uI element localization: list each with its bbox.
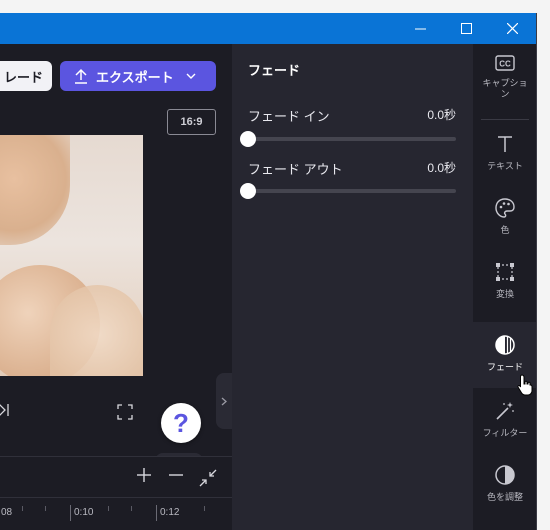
rail-item-adjust-color[interactable]: 色を調整 [473, 462, 536, 503]
palette-icon [495, 195, 515, 221]
fade-in-slider-thumb[interactable] [240, 131, 256, 147]
timeline: 08 0:10 0:12 [0, 456, 232, 530]
maximize-button[interactable] [443, 13, 489, 44]
aspect-ratio-button[interactable]: 16:9 [167, 109, 216, 135]
minor-tick [22, 506, 23, 511]
minimize-button[interactable] [397, 13, 443, 44]
app-window: レード エクスポート 16:9 ? 08 0:10 0:12 フェード フェード… [0, 13, 537, 530]
fade-in-value: 0.0秒 [427, 108, 456, 122]
skip-forward-icon [0, 404, 9, 416]
zoom-in-button[interactable] [136, 466, 152, 489]
fade-out-slider[interactable] [240, 183, 456, 199]
rail-item-filter[interactable]: フィルター [473, 398, 536, 439]
timeline-ruler[interactable]: 08 0:10 0:12 [0, 497, 232, 530]
close-icon [506, 23, 518, 34]
rail-item-color[interactable]: 色 [473, 195, 536, 236]
cc-icon: CC [495, 50, 515, 76]
editor-header: レード エクスポート [0, 44, 232, 104]
rail-item-label: テキスト [487, 161, 523, 171]
chevron-down-icon [186, 73, 196, 79]
fade-in-label: フェード イン [248, 109, 330, 124]
fade-icon [495, 332, 515, 358]
rail-item-label: 色を調整 [486, 492, 523, 502]
rail-item-label: 色 [500, 225, 510, 235]
time-tick-label: 0:12 [156, 505, 179, 521]
transform-icon [495, 259, 515, 285]
help-button[interactable]: ? [161, 403, 201, 443]
panel-title: フェード [248, 63, 301, 78]
upload-icon [75, 68, 87, 84]
rail-item-transform[interactable]: 変換 [473, 259, 536, 300]
plus-icon [137, 468, 151, 482]
title-bar [0, 13, 536, 44]
upgrade-label: レード [3, 69, 43, 85]
upgrade-button[interactable]: レード [0, 61, 52, 91]
chevron-right-icon [221, 397, 227, 405]
fade-out-slider-thumb[interactable] [240, 183, 256, 199]
rail-item-fade[interactable]: フェード [473, 322, 536, 396]
adjust-color-icon [495, 462, 515, 488]
fullscreen-icon [117, 404, 133, 420]
zoom-out-button[interactable] [168, 466, 184, 489]
text-icon [497, 131, 513, 157]
panel-toggle-handle[interactable] [216, 373, 232, 429]
magic-wand-icon [495, 398, 515, 424]
hand-cursor-icon [517, 374, 533, 396]
fade-out-label: フェード アウト [248, 162, 343, 177]
rail-item-text[interactable]: テキスト [473, 131, 536, 172]
maximize-icon [460, 23, 472, 34]
rail-item-label: フィルター [482, 428, 528, 438]
rail-item-captions[interactable]: CC キャプション [473, 50, 536, 100]
rail-divider [481, 119, 529, 120]
minor-tick [204, 506, 205, 511]
aspect-ratio-label: 16:9 [180, 116, 203, 128]
minor-tick [131, 506, 132, 511]
rail-item-label: キャプション [482, 78, 528, 99]
time-tick-label: 0:10 [70, 505, 93, 521]
minus-icon [169, 474, 183, 476]
zoom-to-fit-button[interactable] [199, 469, 217, 487]
minimize-icon [414, 28, 426, 30]
export-button[interactable]: エクスポート [60, 61, 216, 91]
fade-panel: フェード フェード イン 0.0秒 フェード アウト 0.0秒 [232, 44, 473, 530]
svg-text:CC: CC [499, 60, 511, 69]
tool-rail: CC キャプション テキスト 色 変換 フェード フィルター 色を調整 [473, 44, 536, 530]
minor-tick [108, 506, 109, 511]
collapse-arrows-icon [199, 469, 217, 487]
time-tick-label: 08 [0, 505, 12, 521]
rail-item-label: フェード [486, 362, 523, 372]
help-label: ? [173, 407, 189, 438]
video-preview-area: 16:9 ? [0, 104, 232, 466]
rail-item-label: 変換 [495, 289, 514, 299]
fade-out-value: 0.0秒 [427, 161, 456, 175]
skip-forward-button[interactable] [0, 402, 10, 421]
minor-tick [45, 506, 46, 511]
close-button[interactable] [489, 13, 535, 44]
export-label: エクスポート [96, 69, 174, 85]
video-content [0, 135, 70, 245]
fade-in-slider[interactable] [240, 131, 456, 147]
video-frame [0, 135, 143, 376]
video-content [50, 285, 143, 376]
fullscreen-button[interactable] [117, 404, 133, 420]
